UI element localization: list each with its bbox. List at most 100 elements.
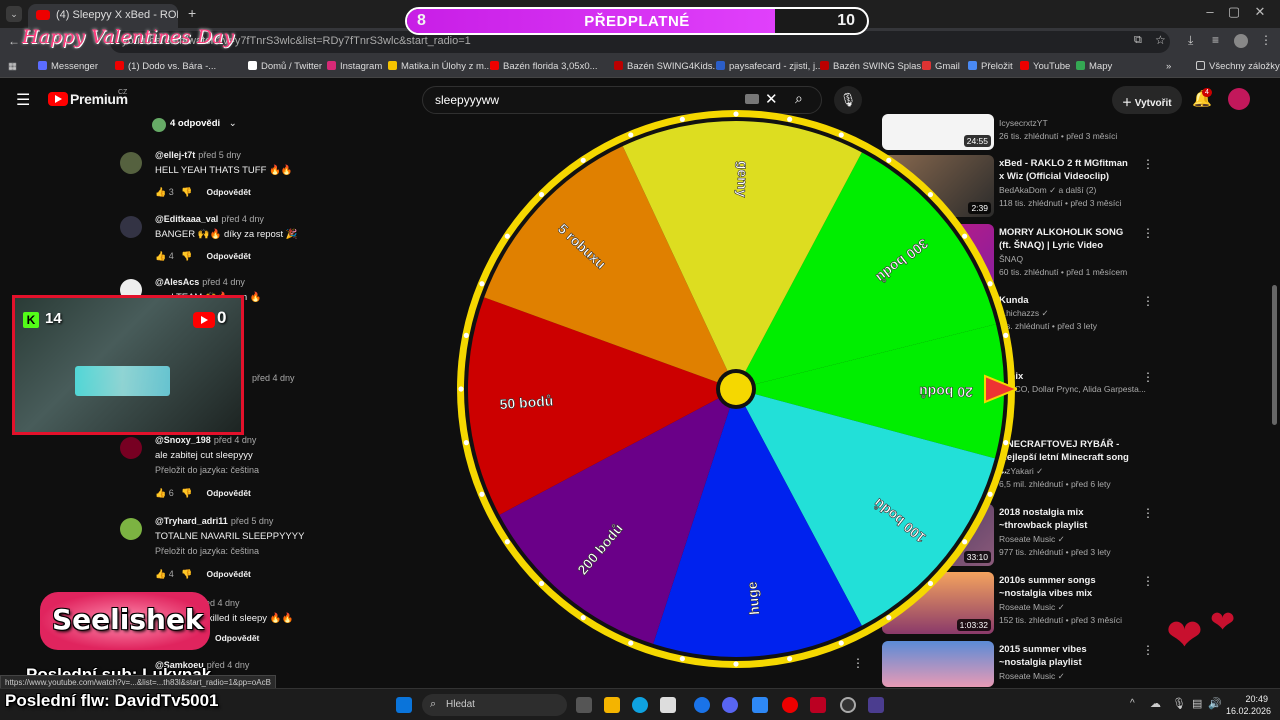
like-icon[interactable]: 👍 bbox=[155, 187, 166, 197]
bookmark-bazen-florida[interactable]: Bazén florida 3,05x0... bbox=[490, 61, 598, 72]
close-window-icon[interactable]: ✕ bbox=[1240, 4, 1280, 20]
more-bookmarks-icon[interactable]: » bbox=[1166, 61, 1171, 72]
youtube-logo-icon[interactable] bbox=[48, 92, 68, 106]
new-tab-button[interactable]: + bbox=[188, 5, 196, 21]
reply-button[interactable]: Odpovědět bbox=[215, 633, 259, 643]
install-app-icon[interactable]: ⧉ bbox=[1134, 34, 1142, 47]
video-title[interactable]: Kunda bbox=[999, 294, 1131, 307]
more-options-icon[interactable]: ⋮ bbox=[1142, 506, 1154, 520]
like-icon[interactable]: 👍 bbox=[155, 251, 166, 261]
paysafecard-icon bbox=[716, 61, 725, 70]
bookmark-label: Bazén SWING Splas... bbox=[833, 61, 930, 72]
browser-tab-active[interactable]: (4) Sleepyy X xBed - RONALD... bbox=[28, 4, 178, 28]
task-view-icon[interactable] bbox=[576, 697, 592, 713]
comment-author[interactable]: @Snoxy_198 bbox=[155, 435, 211, 445]
reply-button[interactable]: Odpovědět bbox=[206, 251, 250, 261]
region-code: CZ bbox=[118, 89, 128, 96]
bookmark-star-icon[interactable]: ☆ bbox=[1155, 33, 1166, 47]
app-icon[interactable] bbox=[752, 697, 768, 713]
clock[interactable]: 20:49 16.02.2026 bbox=[1226, 693, 1271, 717]
hamburger-menu-icon[interactable]: ☰ bbox=[16, 90, 30, 110]
account-avatar[interactable] bbox=[1228, 88, 1250, 110]
like-icon[interactable]: 👍 bbox=[155, 569, 166, 579]
video-title[interactable]: MORRY ALKOHOLIK SONG (ft. ŠNAQ) | Lyric … bbox=[999, 226, 1131, 252]
bookmark-maps[interactable]: Mapy bbox=[1076, 61, 1112, 72]
comment-author[interactable]: @AlesAcs bbox=[155, 277, 199, 287]
create-button[interactable]: ＋ Vytvořit bbox=[1112, 86, 1182, 114]
page-scrollbar[interactable] bbox=[1272, 285, 1277, 425]
dislike-icon[interactable]: 👎 bbox=[181, 187, 192, 197]
chrome-icon[interactable] bbox=[694, 697, 710, 713]
more-options-icon[interactable]: ⋮ bbox=[1142, 574, 1154, 588]
video-title[interactable]: xBed - RAKLO 2 ft MGfitman x Wiz (Offici… bbox=[999, 157, 1131, 183]
browser-menu-icon[interactable]: ⋮ bbox=[1260, 33, 1272, 47]
comment-text: HELL YEAH THATS TUFF 🔥🔥 bbox=[155, 165, 293, 176]
start-windows-icon[interactable] bbox=[396, 697, 412, 713]
keyboard-icon[interactable] bbox=[745, 94, 759, 104]
video-title[interactable]: 2010s summer songs ~nostalgia vibes mix bbox=[999, 574, 1131, 600]
tray-chevron-icon[interactable]: ^ bbox=[1130, 698, 1135, 709]
replies-toggle[interactable]: 4 odpovědi ⌄ bbox=[152, 118, 237, 132]
translate-link[interactable]: Přeložit do jazyka: čeština bbox=[155, 465, 259, 475]
edge-icon[interactable] bbox=[632, 697, 648, 713]
bookmark-dodo[interactable]: (1) Dodo vs. Bára -... bbox=[115, 61, 216, 72]
tray-weather-icon[interactable]: ☁ bbox=[1150, 697, 1161, 710]
reply-button[interactable]: Odpovědět bbox=[206, 569, 250, 579]
comment-author[interactable]: @Tryhard_adri11 bbox=[155, 516, 228, 526]
store-icon[interactable] bbox=[660, 697, 676, 713]
app-icon[interactable] bbox=[810, 697, 826, 713]
prize-wheel[interactable]: 300 bodů20 bodů100 bodůhuge200 bodů50 bo… bbox=[455, 108, 1017, 670]
more-options-icon[interactable]: ⋮ bbox=[1142, 643, 1154, 657]
more-options-icon[interactable]: ⋮ bbox=[1142, 226, 1154, 240]
all-bookmarks-button[interactable]: Všechny záložky bbox=[1196, 61, 1280, 72]
dislike-icon[interactable]: 👎 bbox=[181, 251, 192, 261]
wheel-hub[interactable] bbox=[720, 373, 752, 405]
video-title[interactable]: 2018 nostalgia mix ~throwback playlist bbox=[999, 506, 1131, 532]
app-icon[interactable] bbox=[868, 697, 884, 713]
network-icon[interactable]: ▤ bbox=[1192, 697, 1202, 710]
more-options-icon[interactable]: ⋮ bbox=[1142, 294, 1154, 308]
discord-icon[interactable] bbox=[722, 697, 738, 713]
taskbar-search[interactable]: ⌕ Hledat bbox=[422, 694, 567, 716]
bookmark-twitter[interactable]: Domů / Twitter bbox=[248, 61, 322, 72]
clear-search-icon[interactable]: ✕ bbox=[765, 90, 778, 108]
more-options-icon[interactable]: ⋮ bbox=[1142, 157, 1154, 171]
tab-list-button[interactable]: ⌄ bbox=[6, 6, 22, 22]
translate-link[interactable]: Přeložit do jazyka: čeština bbox=[155, 546, 259, 556]
profile-avatar[interactable] bbox=[1234, 34, 1248, 48]
bookmark-translate[interactable]: Přeložit bbox=[968, 61, 1013, 72]
like-icon[interactable]: 👍 bbox=[155, 488, 166, 498]
search-icon[interactable]: ⌕ bbox=[795, 90, 803, 107]
microphone-icon[interactable]: 🎙 bbox=[1172, 697, 1186, 710]
comment-author[interactable]: @Editkaaa_val bbox=[155, 214, 218, 224]
streamer-logo-text: Seelishek bbox=[52, 603, 204, 636]
back-icon[interactable]: ← bbox=[8, 34, 20, 48]
bookmark-bazen-swing-splash[interactable]: Bazén SWING Splas... bbox=[820, 61, 929, 72]
volume-icon[interactable]: 🔊 bbox=[1208, 697, 1222, 710]
apps-grid-icon[interactable]: ▦ bbox=[8, 61, 17, 72]
video-title[interactable]: ...mix bbox=[999, 370, 1131, 383]
download-icon[interactable]: ⤓ bbox=[1188, 33, 1193, 48]
video-channel[interactable]: ...RICO, Dollar Prync, Alida Garpesta... bbox=[999, 384, 1146, 394]
reply-button[interactable]: Odpovědět bbox=[206, 488, 250, 498]
bookmark-instagram[interactable]: Instagram bbox=[327, 61, 382, 72]
more-options-icon[interactable]: ⋮ bbox=[1142, 370, 1154, 384]
bookmark-matika[interactable]: Matika.in Úlohy z m... bbox=[388, 61, 492, 72]
dislike-icon[interactable]: 👎 bbox=[181, 488, 192, 498]
opera-icon[interactable] bbox=[782, 697, 798, 713]
wheel-segment-label: 20 bodů bbox=[919, 384, 973, 400]
bookmark-messenger[interactable]: Messenger bbox=[38, 61, 98, 72]
file-explorer-icon[interactable] bbox=[604, 697, 620, 713]
video-title[interactable]: 2015 summer vibes ~nostalgia playlist bbox=[999, 643, 1131, 669]
video-channel[interactable]: Roseate Music ✓ bbox=[999, 671, 1065, 682]
dislike-icon[interactable]: 👎 bbox=[181, 569, 192, 579]
bookmark-gmail[interactable]: Gmail bbox=[922, 61, 960, 72]
comment-author[interactable]: @ellej-t7t bbox=[155, 150, 195, 160]
video-meta: 118 tis. zhlédnutí • před 3 měsíci bbox=[999, 198, 1122, 208]
reply-button[interactable]: Odpovědět bbox=[206, 187, 250, 197]
bookmark-bazen-swing4kids[interactable]: Bazén SWING4Kids... bbox=[614, 61, 720, 72]
obs-icon[interactable] bbox=[840, 697, 856, 713]
bookmark-paysafecard[interactable]: paysafecard - zjisti, j... bbox=[716, 61, 823, 72]
media-control-icon[interactable]: ≡ bbox=[1212, 33, 1219, 47]
bookmark-youtube[interactable]: YouTube bbox=[1020, 61, 1070, 72]
